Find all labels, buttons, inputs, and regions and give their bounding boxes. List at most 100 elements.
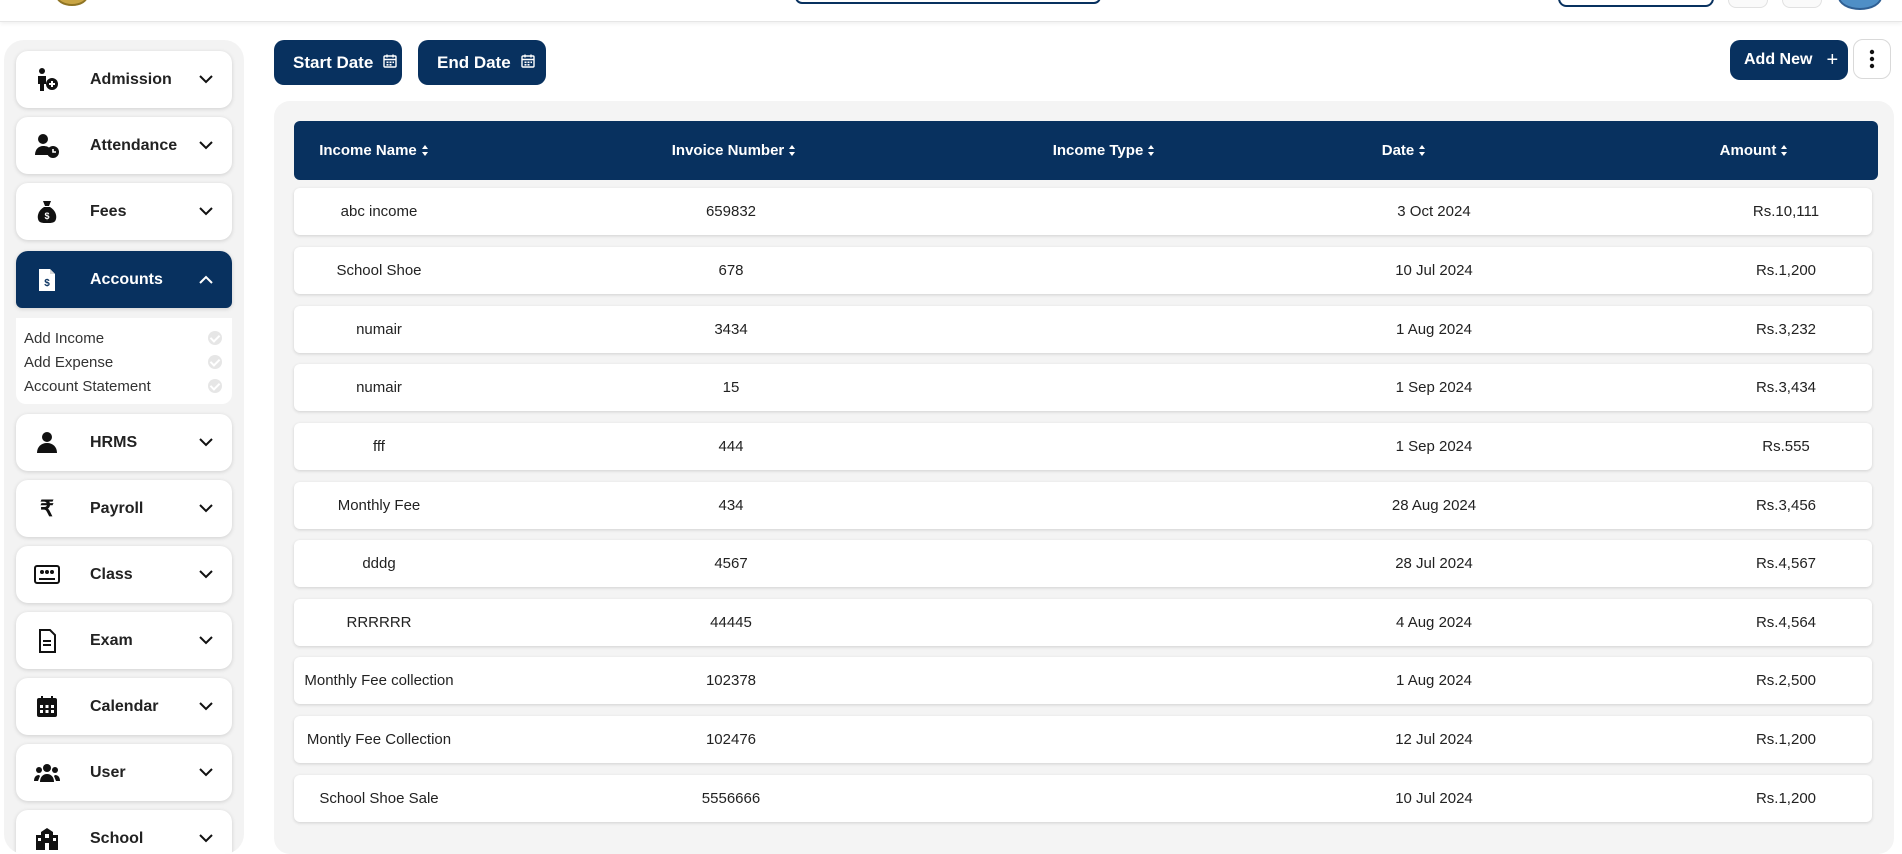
- avatar[interactable]: [1838, 0, 1882, 10]
- cell-income-name: Monthly Fee collection: [304, 672, 454, 689]
- chevron-down-icon: [196, 136, 216, 156]
- cell-amount: Rs.10,111: [1752, 203, 1820, 220]
- sort-icon: [1419, 144, 1426, 157]
- cell-income-name: School Shoe: [336, 262, 422, 279]
- money-bag-icon: $: [34, 199, 60, 225]
- column-header-label: Income Type: [1052, 142, 1144, 159]
- cell-invoice-number: 15: [722, 379, 740, 396]
- sidebar-item-label: Attendance: [90, 136, 178, 154]
- column-header-date[interactable]: Date: [1304, 121, 1504, 180]
- cell-income-type: [954, 306, 1254, 353]
- more-options-button[interactable]: [1853, 39, 1891, 79]
- header-action-button[interactable]: [1558, 0, 1714, 7]
- cell-date: 28 Aug 2024: [1391, 497, 1477, 514]
- cell-date: 1 Sep 2024: [1395, 379, 1473, 396]
- cell-income-type: [954, 775, 1254, 822]
- sidebar-item-label: HRMS: [90, 433, 138, 451]
- cell-invoice-number: 678: [718, 262, 744, 279]
- chevron-down-icon: [196, 202, 216, 222]
- table-row[interactable]: fff 444 1 Sep 2024 Rs.555: [294, 423, 1872, 470]
- table-row[interactable]: RRRRRR 44445 4 Aug 2024 Rs.4,564: [294, 599, 1872, 646]
- sort-icon: [1781, 144, 1788, 157]
- column-header-amount[interactable]: Amount: [1654, 121, 1854, 180]
- school-icon: [34, 826, 60, 852]
- end-date-label: End Date: [437, 52, 511, 72]
- header-icon-button[interactable]: [1782, 0, 1822, 8]
- check-circle-icon: [208, 331, 222, 345]
- sidebar-item-label: Fees: [90, 202, 127, 220]
- document-icon: [34, 628, 60, 654]
- cell-income-type: [954, 599, 1254, 646]
- table-row[interactable]: dddg 4567 28 Jul 2024 Rs.4,567: [294, 540, 1872, 587]
- table-row[interactable]: School Shoe Sale 5556666 10 Jul 2024 Rs.…: [294, 775, 1872, 822]
- cell-date: 10 Jul 2024: [1395, 790, 1473, 807]
- cell-date: 4 Aug 2024: [1396, 614, 1472, 631]
- search-input[interactable]: [795, 0, 1101, 4]
- table-row[interactable]: abc income 659832 3 Oct 2024 Rs.10,111: [294, 188, 1872, 235]
- column-header-income-type[interactable]: Income Type: [954, 121, 1254, 180]
- sidebar-item-user[interactable]: User: [16, 744, 232, 801]
- add-new-button[interactable]: Add New +: [1730, 40, 1848, 80]
- sidebar-item-calendar[interactable]: Calendar: [16, 678, 232, 735]
- sidebar-item-accounts[interactable]: $ Accounts: [16, 251, 232, 308]
- sidebar-item-label: Accounts: [90, 270, 163, 288]
- chevron-down-icon: [196, 763, 216, 783]
- school-logo[interactable]: [56, 0, 88, 6]
- sidebar-item-label: Calendar: [90, 697, 159, 715]
- chevron-down-icon: [196, 433, 216, 453]
- column-header-label: Income Name: [319, 142, 417, 159]
- column-header-income-name[interactable]: Income Name: [294, 121, 454, 180]
- cell-income-name: fff: [373, 438, 385, 455]
- sidebar-item-label: School: [90, 829, 144, 847]
- sort-icon: [421, 144, 429, 157]
- cell-invoice-number: 3434: [714, 321, 748, 338]
- sidebar-item-label: Class: [90, 565, 133, 583]
- sidebar-item-exam[interactable]: Exam: [16, 612, 232, 669]
- sidebar-item-class[interactable]: Class: [16, 546, 232, 603]
- submenu-item-account-statement[interactable]: Account Statement: [24, 378, 151, 395]
- cell-income-type: [954, 423, 1254, 470]
- cell-amount: Rs.3,434: [1755, 379, 1817, 396]
- column-header-label: Date: [1381, 142, 1415, 159]
- cell-income-type: [954, 364, 1254, 411]
- table-row[interactable]: numair 3434 1 Aug 2024 Rs.3,232: [294, 306, 1872, 353]
- sidebar-item-attendance[interactable]: Attendance: [16, 117, 232, 174]
- svg-text:$: $: [44, 278, 50, 289]
- start-date-button[interactable]: Start Date: [274, 40, 402, 85]
- table-header: Income Name Invoice Number Income Type D…: [294, 121, 1878, 180]
- cell-invoice-number: 434: [718, 497, 744, 514]
- table-row[interactable]: Montly Fee Collection 102476 12 Jul 2024…: [294, 716, 1872, 763]
- sidebar-item-fees[interactable]: $ Fees: [16, 183, 232, 240]
- cell-income-name: numair: [356, 321, 402, 338]
- end-date-button[interactable]: End Date: [418, 40, 546, 85]
- chevron-down-icon: [196, 70, 216, 90]
- sidebar-item-admission[interactable]: Admission: [16, 51, 232, 108]
- top-header: [0, 0, 1902, 22]
- cell-date: 12 Jul 2024: [1395, 731, 1473, 748]
- table-row[interactable]: School Shoe 678 10 Jul 2024 Rs.1,200: [294, 247, 1872, 294]
- cell-amount: Rs.4,564: [1755, 614, 1817, 631]
- cell-invoice-number: 102476: [705, 731, 757, 748]
- check-circle-icon: [208, 379, 222, 393]
- cell-income-name: dddg: [362, 555, 396, 572]
- cell-amount: Rs.3,456: [1755, 497, 1817, 514]
- income-table-panel: Income Name Invoice Number Income Type D…: [274, 101, 1894, 854]
- table-row[interactable]: Monthly Fee 434 28 Aug 2024 Rs.3,456: [294, 482, 1872, 529]
- cell-amount: Rs.1,200: [1755, 731, 1817, 748]
- cell-amount: Rs.555: [1762, 438, 1810, 455]
- column-header-label: Invoice Number: [671, 142, 785, 159]
- chevron-down-icon: [196, 697, 216, 717]
- submenu-item-add-income[interactable]: Add Income: [24, 330, 104, 347]
- submenu-item-add-expense[interactable]: Add Expense: [24, 354, 113, 371]
- header-icon-button[interactable]: [1728, 0, 1768, 8]
- column-header-invoice-number[interactable]: Invoice Number: [584, 121, 884, 180]
- sidebar-item-hrms[interactable]: HRMS: [16, 414, 232, 471]
- start-date-label: Start Date: [293, 52, 374, 72]
- table-row[interactable]: Monthly Fee collection 102378 1 Aug 2024…: [294, 657, 1872, 704]
- cell-income-name: abc income: [340, 203, 418, 220]
- cell-date: 10 Jul 2024: [1395, 262, 1473, 279]
- sidebar-item-school[interactable]: School: [16, 810, 232, 854]
- cell-income-type: [954, 657, 1254, 704]
- sidebar-item-payroll[interactable]: ₹ Payroll: [16, 480, 232, 537]
- table-row[interactable]: numair 15 1 Sep 2024 Rs.3,434: [294, 364, 1872, 411]
